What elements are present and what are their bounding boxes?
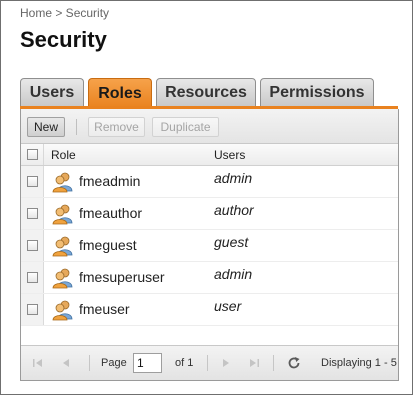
tab-permissions[interactable]: Permissions <box>260 78 374 106</box>
tab-roles[interactable]: Roles <box>88 78 152 108</box>
role-name: fmeadmin <box>79 173 141 189</box>
role-name: fmeguest <box>79 237 137 253</box>
pager-separator <box>273 355 274 371</box>
role-users-icon <box>52 236 73 257</box>
row-checkbox[interactable] <box>27 272 38 283</box>
role-users: guest <box>214 234 249 250</box>
table-row[interactable]: fmeauthor author <box>21 198 398 230</box>
role-users: admin <box>214 266 253 282</box>
grid-header: Role Users <box>21 144 398 166</box>
paging-status-text: Displaying 1 - 5 <box>321 357 397 369</box>
tab-bar: Users Roles Resources Permissions <box>20 78 399 108</box>
column-header-role[interactable]: Role <box>51 148 76 162</box>
row-checker-cell <box>21 294 44 325</box>
row-checkbox[interactable] <box>27 208 38 219</box>
next-page-icon[interactable] <box>219 356 233 370</box>
role-users: user <box>214 298 242 314</box>
row-checkbox[interactable] <box>27 176 38 187</box>
breadcrumb[interactable]: Home > Security <box>20 6 109 20</box>
prev-page-icon[interactable] <box>59 356 73 370</box>
select-all-checkbox[interactable] <box>27 149 38 160</box>
first-page-icon[interactable] <box>31 356 45 370</box>
pager-separator <box>89 355 90 371</box>
role-users-icon <box>52 268 73 289</box>
table-row[interactable]: fmeadmin admin <box>21 166 398 198</box>
page-label: Page <box>101 357 127 369</box>
page-number-input[interactable] <box>133 353 162 373</box>
refresh-icon[interactable] <box>287 356 301 370</box>
table-row[interactable]: fmesuperuser admin <box>21 262 398 294</box>
role-name: fmeuser <box>79 301 130 317</box>
role-name: fmesuperuser <box>79 269 165 285</box>
header-checker-cell <box>21 144 44 165</box>
row-checkbox[interactable] <box>27 240 38 251</box>
toolbar-separator <box>76 119 77 135</box>
roles-toolbar: New Remove Duplicate <box>21 109 398 144</box>
table-row[interactable]: fmeguest guest <box>21 230 398 262</box>
role-name: fmeauthor <box>79 205 143 221</box>
row-checker-cell <box>21 262 44 293</box>
new-button[interactable]: New <box>27 117 65 137</box>
last-page-icon[interactable] <box>247 356 261 370</box>
tab-resources[interactable]: Resources <box>156 78 256 106</box>
paging-toolbar: Page of 1 Displaying 1 - 5 <box>21 345 398 380</box>
page-title: Security <box>20 27 107 52</box>
role-users: author <box>214 202 254 218</box>
row-checker-cell <box>21 166 44 197</box>
row-checker-cell <box>21 230 44 261</box>
table-row[interactable]: fmeuser user <box>21 294 398 326</box>
role-users: admin <box>214 170 253 186</box>
tab-users[interactable]: Users <box>20 78 84 106</box>
column-header-users[interactable]: Users <box>214 148 245 162</box>
roles-panel: New Remove Duplicate Role Users fmeadmin… <box>20 109 399 381</box>
row-checkbox[interactable] <box>27 304 38 315</box>
row-checker-cell <box>21 198 44 229</box>
role-users-icon <box>52 204 73 225</box>
pager-separator <box>207 355 208 371</box>
duplicate-button[interactable]: Duplicate <box>152 117 219 137</box>
role-users-icon <box>52 300 73 321</box>
page-count-label: of 1 <box>175 357 194 369</box>
remove-button[interactable]: Remove <box>88 117 145 137</box>
role-users-icon <box>52 172 73 193</box>
security-window: Home > Security Security Users Roles Res… <box>0 0 413 395</box>
